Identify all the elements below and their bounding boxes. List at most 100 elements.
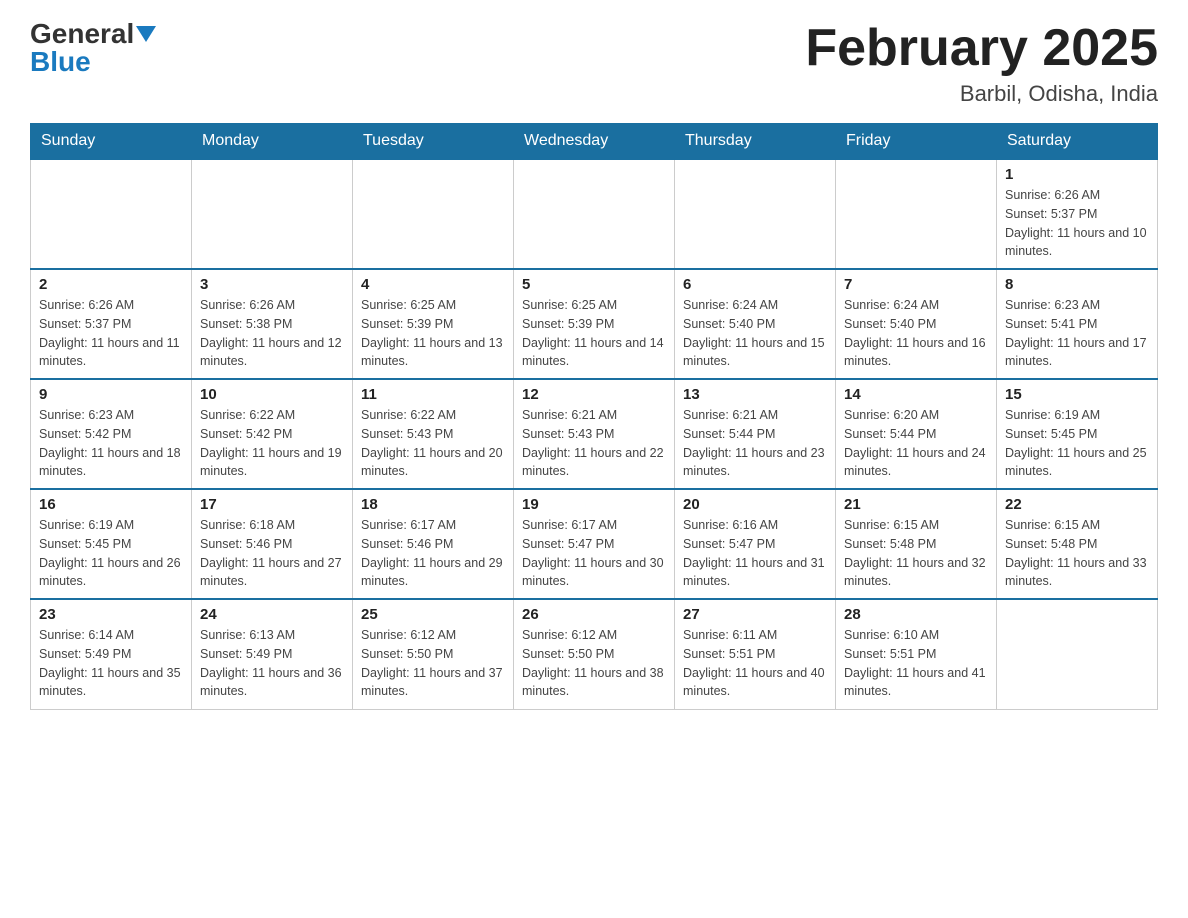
day-info: Sunrise: 6:20 AMSunset: 5:44 PMDaylight:… xyxy=(844,406,988,481)
day-info: Sunrise: 6:14 AMSunset: 5:49 PMDaylight:… xyxy=(39,626,183,701)
day-number: 21 xyxy=(844,496,988,513)
calendar-cell: 25Sunrise: 6:12 AMSunset: 5:50 PMDayligh… xyxy=(353,599,514,709)
calendar-cell: 17 Sunrise: 6:18 AMSunset: 5:46 PMDayligh… xyxy=(192,489,353,599)
logo-general: General xyxy=(30,20,134,48)
calendar-cell: 6 Sunrise: 6:24 AMSunset: 5:40 PMDaylight… xyxy=(675,269,836,379)
calendar-title: February 2025 xyxy=(805,20,1158,77)
day-number: 22 xyxy=(1005,496,1149,513)
calendar-cell xyxy=(675,159,836,269)
day-info: Sunrise: 6:22 AMSunset: 5:42 PMDaylight:… xyxy=(200,406,344,481)
logo-triangle-icon xyxy=(136,26,156,42)
day-number: 5 xyxy=(522,276,666,293)
day-info: Sunrise: 6:15 AMSunset: 5:48 PMDaylight:… xyxy=(1005,516,1149,591)
day-number: 12 xyxy=(522,386,666,403)
day-number: 23 xyxy=(39,606,183,623)
weekday-header-thursday: Thursday xyxy=(675,124,836,160)
day-number: 6 xyxy=(683,276,827,293)
weekday-header-saturday: Saturday xyxy=(997,124,1158,160)
day-number: 11 xyxy=(361,386,505,403)
day-number: 28 xyxy=(844,606,988,623)
calendar-cell: 24 Sunrise: 6:13 AMSunset: 5:49 PMDayligh… xyxy=(192,599,353,709)
day-number: 17 xyxy=(200,496,344,513)
day-number: 3 xyxy=(200,276,344,293)
calendar-cell: 11 Sunrise: 6:22 AMSunset: 5:43 PMDayligh… xyxy=(353,379,514,489)
day-info: Sunrise: 6:19 AMSunset: 5:45 PMDaylight:… xyxy=(39,516,183,591)
calendar-cell: 21 Sunrise: 6:15 AMSunset: 5:48 PMDayligh… xyxy=(836,489,997,599)
calendar-cell: 20 Sunrise: 6:16 AMSunset: 5:47 PMDayligh… xyxy=(675,489,836,599)
calendar-cell: 16Sunrise: 6:19 AMSunset: 5:45 PMDayligh… xyxy=(31,489,192,599)
day-info: Sunrise: 6:13 AMSunset: 5:49 PMDaylight:… xyxy=(200,626,344,701)
day-info: Sunrise: 6:15 AMSunset: 5:48 PMDaylight:… xyxy=(844,516,988,591)
week-row-0: 1Sunrise: 6:26 AMSunset: 5:37 PMDaylight… xyxy=(31,159,1158,269)
calendar-cell: 13 Sunrise: 6:21 AMSunset: 5:44 PMDayligh… xyxy=(675,379,836,489)
day-info: Sunrise: 6:12 AMSunset: 5:50 PMDaylight:… xyxy=(522,626,666,701)
day-info: Sunrise: 6:18 AMSunset: 5:46 PMDaylight:… xyxy=(200,516,344,591)
calendar-cell xyxy=(997,599,1158,709)
calendar-cell: 27 Sunrise: 6:11 AMSunset: 5:51 PMDayligh… xyxy=(675,599,836,709)
calendar-cell: 15 Sunrise: 6:19 AMSunset: 5:45 PMDayligh… xyxy=(997,379,1158,489)
day-number: 18 xyxy=(361,496,505,513)
weekday-header-friday: Friday xyxy=(836,124,997,160)
calendar-cell: 26 Sunrise: 6:12 AMSunset: 5:50 PMDayligh… xyxy=(514,599,675,709)
weekday-header-sunday: Sunday xyxy=(31,124,192,160)
calendar-cell: 8Sunrise: 6:23 AMSunset: 5:41 PMDaylight… xyxy=(997,269,1158,379)
calendar-cell: 3 Sunrise: 6:26 AMSunset: 5:38 PMDaylight… xyxy=(192,269,353,379)
day-number: 25 xyxy=(361,606,505,623)
calendar-cell: 19Sunrise: 6:17 AMSunset: 5:47 PMDayligh… xyxy=(514,489,675,599)
calendar-cell xyxy=(514,159,675,269)
calendar-cell: 2 Sunrise: 6:26 AMSunset: 5:37 PMDaylight… xyxy=(31,269,192,379)
calendar-cell: 22 Sunrise: 6:15 AMSunset: 5:48 PMDayligh… xyxy=(997,489,1158,599)
calendar-cell: 28 Sunrise: 6:10 AMSunset: 5:51 PMDayligh… xyxy=(836,599,997,709)
day-number: 7 xyxy=(844,276,988,293)
day-info: Sunrise: 6:17 AMSunset: 5:46 PMDaylight:… xyxy=(361,516,505,591)
day-number: 26 xyxy=(522,606,666,623)
day-number: 24 xyxy=(200,606,344,623)
calendar-cell xyxy=(31,159,192,269)
day-info: Sunrise: 6:24 AMSunset: 5:40 PMDaylight:… xyxy=(683,296,827,371)
week-row-2: 9 Sunrise: 6:23 AMSunset: 5:42 PMDaylight… xyxy=(31,379,1158,489)
calendar-table: SundayMondayTuesdayWednesdayThursdayFrid… xyxy=(30,123,1158,710)
day-info: Sunrise: 6:11 AMSunset: 5:51 PMDaylight:… xyxy=(683,626,827,701)
day-info: Sunrise: 6:26 AMSunset: 5:37 PMDaylight:… xyxy=(39,296,183,371)
logo-blue: Blue xyxy=(30,48,91,76)
weekday-header-wednesday: Wednesday xyxy=(514,124,675,160)
calendar-cell xyxy=(836,159,997,269)
day-number: 27 xyxy=(683,606,827,623)
calendar-cell: 1Sunrise: 6:26 AMSunset: 5:37 PMDaylight… xyxy=(997,159,1158,269)
day-info: Sunrise: 6:10 AMSunset: 5:51 PMDaylight:… xyxy=(844,626,988,701)
day-number: 14 xyxy=(844,386,988,403)
day-number: 8 xyxy=(1005,276,1149,293)
page-header: General Blue February 2025 Barbil, Odish… xyxy=(30,20,1158,107)
week-row-4: 23 Sunrise: 6:14 AMSunset: 5:49 PMDayligh… xyxy=(31,599,1158,709)
weekday-header-monday: Monday xyxy=(192,124,353,160)
day-number: 10 xyxy=(200,386,344,403)
calendar-cell xyxy=(353,159,514,269)
day-info: Sunrise: 6:16 AMSunset: 5:47 PMDaylight:… xyxy=(683,516,827,591)
day-info: Sunrise: 6:23 AMSunset: 5:42 PMDaylight:… xyxy=(39,406,183,481)
calendar-cell: 7 Sunrise: 6:24 AMSunset: 5:40 PMDaylight… xyxy=(836,269,997,379)
day-number: 4 xyxy=(361,276,505,293)
week-row-3: 16Sunrise: 6:19 AMSunset: 5:45 PMDayligh… xyxy=(31,489,1158,599)
day-info: Sunrise: 6:19 AMSunset: 5:45 PMDaylight:… xyxy=(1005,406,1149,481)
day-number: 15 xyxy=(1005,386,1149,403)
day-info: Sunrise: 6:17 AMSunset: 5:47 PMDaylight:… xyxy=(522,516,666,591)
calendar-cell xyxy=(192,159,353,269)
day-number: 2 xyxy=(39,276,183,293)
day-number: 20 xyxy=(683,496,827,513)
calendar-cell: 5 Sunrise: 6:25 AMSunset: 5:39 PMDaylight… xyxy=(514,269,675,379)
day-number: 9 xyxy=(39,386,183,403)
day-info: Sunrise: 6:22 AMSunset: 5:43 PMDaylight:… xyxy=(361,406,505,481)
day-info: Sunrise: 6:25 AMSunset: 5:39 PMDaylight:… xyxy=(361,296,505,371)
day-number: 13 xyxy=(683,386,827,403)
day-info: Sunrise: 6:25 AMSunset: 5:39 PMDaylight:… xyxy=(522,296,666,371)
calendar-cell: 23 Sunrise: 6:14 AMSunset: 5:49 PMDayligh… xyxy=(31,599,192,709)
calendar-cell: 4 Sunrise: 6:25 AMSunset: 5:39 PMDaylight… xyxy=(353,269,514,379)
title-area: February 2025 Barbil, Odisha, India xyxy=(805,20,1158,107)
day-info: Sunrise: 6:21 AMSunset: 5:44 PMDaylight:… xyxy=(683,406,827,481)
weekday-header-row: SundayMondayTuesdayWednesdayThursdayFrid… xyxy=(31,124,1158,160)
calendar-cell: 18 Sunrise: 6:17 AMSunset: 5:46 PMDayligh… xyxy=(353,489,514,599)
day-info: Sunrise: 6:26 AMSunset: 5:37 PMDaylight:… xyxy=(1005,186,1149,261)
weekday-header-tuesday: Tuesday xyxy=(353,124,514,160)
day-info: Sunrise: 6:24 AMSunset: 5:40 PMDaylight:… xyxy=(844,296,988,371)
day-info: Sunrise: 6:26 AMSunset: 5:38 PMDaylight:… xyxy=(200,296,344,371)
